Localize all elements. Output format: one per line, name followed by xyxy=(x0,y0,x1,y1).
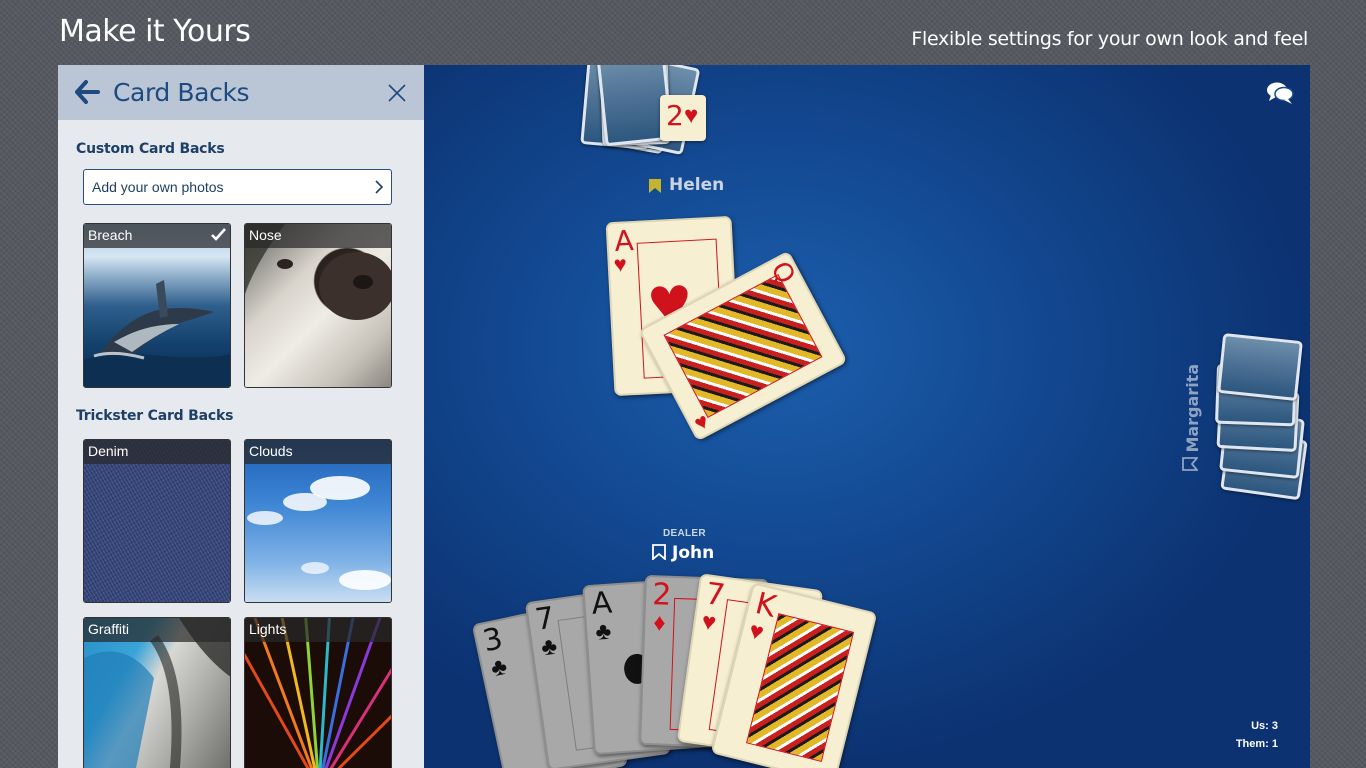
score-them-label: Them: xyxy=(1235,738,1269,750)
player-name-top: Helen xyxy=(669,175,725,195)
dog-nose-image xyxy=(245,224,391,387)
checkmark-icon xyxy=(211,228,226,241)
chevron-right-icon xyxy=(375,180,384,194)
card-back-lights[interactable]: Lights xyxy=(244,617,392,768)
card-back-denim[interactable]: Denim xyxy=(83,439,231,603)
score-them: Them: 1 xyxy=(1236,738,1278,750)
card-back-label: Clouds xyxy=(245,440,391,464)
club-suit-icon: ♣ xyxy=(594,617,613,646)
dealer-label: DEALER xyxy=(663,528,706,539)
card-back-graffiti[interactable]: Graffiti xyxy=(83,617,231,768)
card-back-label: Breach xyxy=(84,224,230,248)
card-rank: A xyxy=(590,585,614,622)
panel-header: Card Backs xyxy=(58,65,424,120)
card-back-label: Graffiti xyxy=(84,618,230,642)
panel-title: Card Backs xyxy=(113,78,250,107)
helen-bookmark-icon xyxy=(648,178,662,199)
card-rank: 2 xyxy=(651,577,673,613)
add-photos-label: Add your own photos xyxy=(92,179,224,195)
club-suit-icon: ♣ xyxy=(488,652,510,683)
card-back-label: Nose xyxy=(245,224,391,248)
john-bookmark-icon xyxy=(652,544,666,565)
card-back-nose[interactable]: Nose xyxy=(244,223,392,388)
heart-suit-icon: ♥ xyxy=(746,617,767,647)
add-photos-button[interactable]: Add your own photos xyxy=(83,169,392,205)
card-back-clouds[interactable]: Clouds xyxy=(244,439,392,603)
clouds-sky-image xyxy=(245,440,391,602)
card-back-breach[interactable]: Breach xyxy=(83,223,231,388)
denim-texture-image xyxy=(84,440,230,602)
card-back xyxy=(1217,332,1303,402)
score-us-label: Us: xyxy=(1251,720,1269,732)
club-suit-icon: ♣ xyxy=(539,632,559,662)
trickster-card-backs-heading: Trickster Card Backs xyxy=(76,408,234,424)
heart-suit-icon: ♥ xyxy=(684,102,699,129)
revealed-card-rank: 2 xyxy=(666,99,684,132)
game-table: 2 ♥ Helen A ♥ ♥ Q ♥ Margarita DEALER Joh… xyxy=(424,65,1310,768)
breach-whale-image xyxy=(84,224,230,387)
score-them-value: 1 xyxy=(1271,738,1278,750)
page-headline: Make it Yours xyxy=(59,14,251,49)
back-arrow-icon[interactable] xyxy=(74,79,100,105)
player-name-right: Margarita xyxy=(1183,363,1202,453)
diamond-suit-icon: ♦ xyxy=(652,609,667,637)
player-name-bottom: John xyxy=(672,543,715,563)
card-back-label: Denim xyxy=(84,440,230,464)
margarita-bookmark-icon xyxy=(1182,457,1203,471)
chat-icon[interactable] xyxy=(1266,81,1294,105)
page-tagline: Flexible settings for your own look and … xyxy=(911,28,1308,50)
score-us-value: 3 xyxy=(1271,720,1278,732)
close-icon[interactable] xyxy=(388,84,406,102)
card-backs-panel: Card Backs Custom Card Backs Add your ow… xyxy=(58,65,424,768)
heart-suit-icon: ♥ xyxy=(613,251,628,278)
card-back-label: Lights xyxy=(245,618,391,642)
revealed-card: 2 ♥ xyxy=(660,95,706,141)
custom-card-backs-heading: Custom Card Backs xyxy=(76,141,225,157)
heart-suit-icon: ♥ xyxy=(699,607,718,637)
score-us: Us: 3 xyxy=(1251,720,1278,732)
